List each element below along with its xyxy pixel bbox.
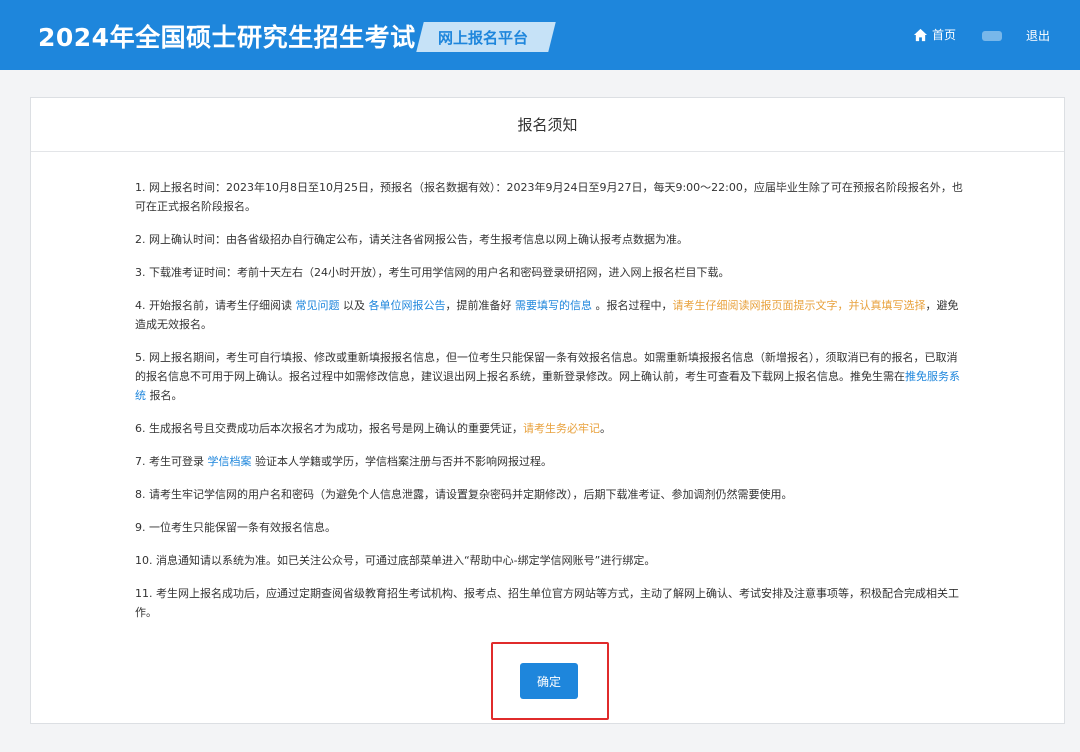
notice-item-6: 6. 生成报名号且交费成功后本次报名才为成功，报名号是网上确认的重要凭证，请考生… [135,419,965,438]
user-name-blurred[interactable] [982,31,1002,41]
nav-logout-link[interactable]: 退出 [1026,27,1050,44]
notice-6-text-2: 。 [600,422,611,435]
notice-item-7: 7. 考生可登录 学信档案 验证本人学籍或学历，学信档案注册与否并不影响网报过程… [135,452,965,471]
notice-7-text-2: 验证本人学籍或学历，学信档案注册与否并不影响网报过程。 [251,455,552,468]
confirm-button[interactable]: 确定 [520,663,578,699]
nav-home-link[interactable]: 首页 [913,26,956,43]
faq-link[interactable]: 常见问题 [296,299,340,312]
home-icon [913,28,928,41]
required-info-link[interactable]: 需要填写的信息 [515,299,592,312]
notice-list: 1. 网上报名时间：2023年10月8日至10月25日，预报名（报名数据有效）：… [135,178,965,636]
notice-5-text-1: 5. 网上报名期间，考生可自行填报、修改或重新填报报名信息，但一位考生只能保留一… [135,351,958,383]
exam-title: 2024年全国硕士研究生招生考试 [38,23,416,52]
platform-label: 网上报名平台 [438,29,529,47]
card-title: 报名须知 [31,98,1064,152]
unit-announcements-link[interactable]: 各单位网报公告 [369,299,446,312]
nav-home-label: 首页 [932,28,957,42]
notice-4-text-1: 4. 开始报名前，请考生仔细阅读 [135,299,296,312]
notice-item-10: 10. 消息通知请以系统为准。如已关注公众号，可通过底部菜单进入“帮助中心-绑定… [135,554,656,567]
notice-item-8: 8. 请考生牢记学信网的用户名和密码（为避免个人信息泄露，请设置复杂密码并定期修… [135,488,793,501]
notice-7-text-1: 7. 考生可登录 [135,455,208,468]
notice-card: 报名须知 1. 网上报名时间：2023年10月8日至10月25日，预报名（报名数… [30,97,1065,724]
confirm-highlight-box: 确定 [491,642,609,720]
notice-item-4: 4. 开始报名前，请考生仔细阅读 常见问题 以及 各单位网报公告，提前准备好 需… [135,296,965,334]
xuexin-archive-link[interactable]: 学信档案 [208,455,252,468]
notice-4-warning: 请考生仔细阅读网报页面提示文字，并认真填写选择 [672,299,926,312]
notice-6-warning: 请考生务必牢记 [523,422,600,435]
notice-item-2: 2. 网上确认时间：由各省级招办自行确定公布，请关注各省网报公告，考生报考信息以… [135,233,688,246]
notice-4-text-2: 以及 [339,299,369,312]
notice-5-text-2: 报名。 [146,389,183,402]
notice-item-5: 5. 网上报名期间，考生可自行填报、修改或重新填报报名信息，但一位考生只能保留一… [135,348,965,405]
notice-4-text-3: ，提前准备好 [445,299,515,312]
notice-item-11: 11. 考生网上报名成功后，应通过定期查阅省级教育招生考试机构、报考点、招生单位… [135,587,959,619]
notice-6-text-1: 6. 生成报名号且交费成功后本次报名才为成功，报名号是网上确认的重要凭证， [135,422,523,435]
notice-item-1: 1. 网上报名时间：2023年10月8日至10月25日，预报名（报名数据有效）：… [135,181,963,213]
top-header: 2024年全国硕士研究生招生考试 网上报名平台 首页 退出 [0,0,1080,70]
notice-item-9: 9. 一位考生只能保留一条有效报名信息。 [135,521,336,534]
notice-item-3: 3. 下载准考证时间：考前十天左右（24小时开放），考生可用学信网的用户名和密码… [135,266,730,279]
notice-4-text-4: 。报名过程中， [592,299,673,312]
